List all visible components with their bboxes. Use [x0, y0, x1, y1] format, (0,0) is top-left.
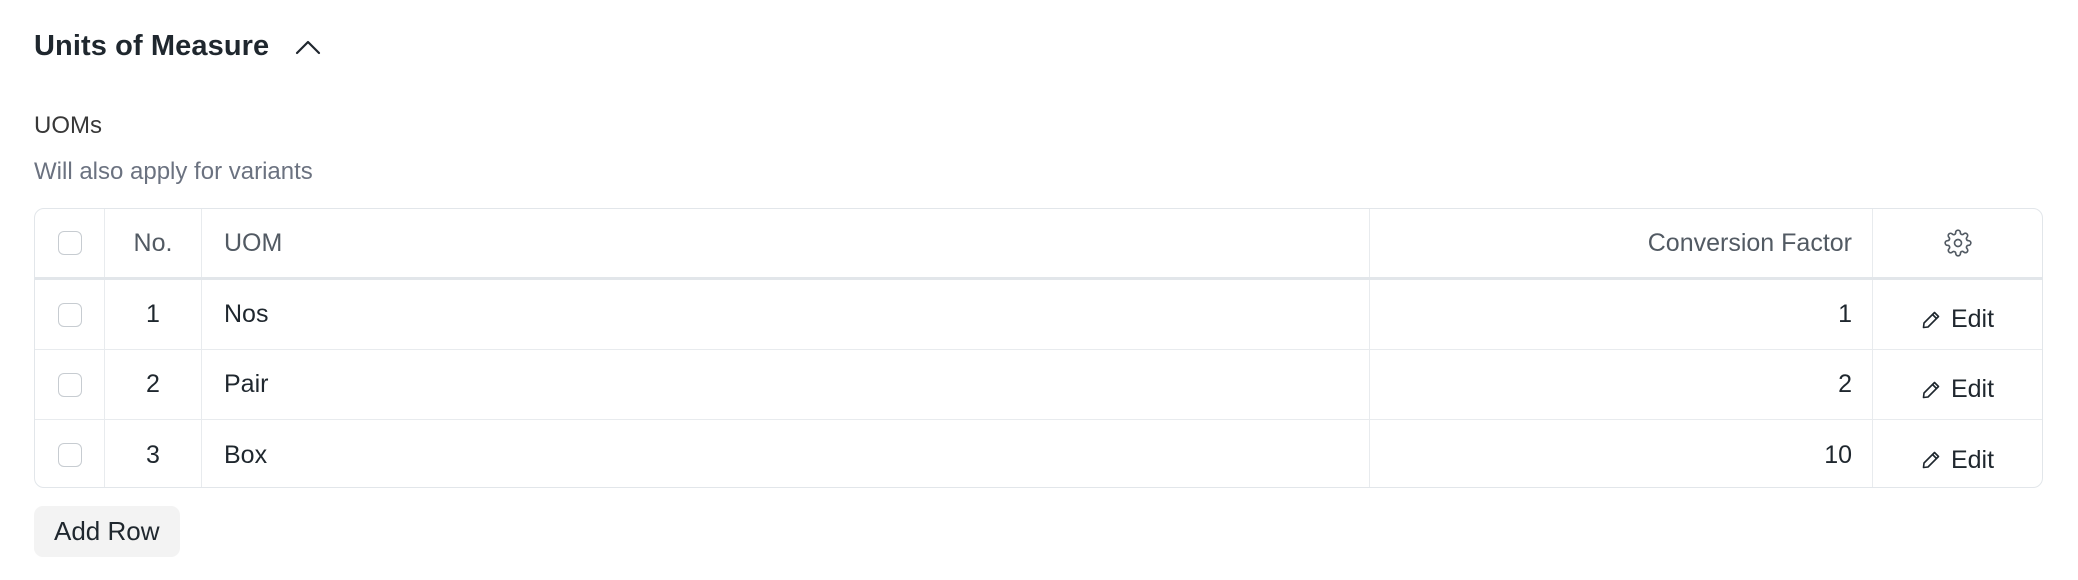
row-action-cell: Edit: [1873, 420, 2042, 487]
table-header-row: No. UOM Conversion Factor: [35, 209, 2042, 280]
edit-row-button[interactable]: Edit: [1921, 305, 1994, 334]
header-check-cell: [35, 209, 105, 277]
table-row[interactable]: 1 Nos 1 Edit: [35, 280, 2042, 350]
row-action-cell: Edit: [1873, 350, 2042, 419]
uom-cell[interactable]: Box: [202, 420, 1370, 487]
field-label: UOMs: [34, 112, 102, 139]
column-header-conversion-factor: Conversion Factor: [1370, 209, 1873, 277]
pencil-icon: [1922, 311, 1940, 328]
row-checkbox[interactable]: [57, 443, 82, 467]
add-row-button[interactable]: Add Row: [34, 506, 180, 557]
table-row[interactable]: 3 Box 10 Edit: [35, 420, 2042, 487]
row-number: 3: [105, 420, 202, 487]
row-number: 1: [105, 280, 202, 349]
gear-icon: [1943, 229, 1972, 257]
pencil-icon: [1922, 381, 1940, 398]
edit-label: Edit: [1950, 375, 1995, 403]
edit-row-button[interactable]: Edit: [1921, 375, 1994, 404]
column-settings-button[interactable]: [1943, 229, 1972, 257]
select-all-checkbox[interactable]: [57, 231, 82, 255]
chevron-up-icon: [296, 40, 321, 54]
pencil-icon: [1922, 451, 1940, 469]
row-checkbox[interactable]: [57, 302, 82, 327]
field-description: Will also apply for variants: [34, 158, 313, 185]
conversion-factor-cell[interactable]: 2: [1370, 350, 1873, 419]
column-settings-cell: [1873, 209, 2042, 277]
conversion-factor-cell[interactable]: 1: [1370, 280, 1873, 349]
row-check-cell: [35, 280, 105, 349]
edit-label: Edit: [1950, 445, 1995, 474]
column-header-uom: UOM: [202, 209, 1370, 277]
collapse-button[interactable]: [293, 32, 323, 62]
row-check-cell: [35, 420, 105, 487]
column-header-no: No.: [105, 209, 202, 277]
uom-cell[interactable]: Nos: [202, 280, 1370, 349]
conversion-factor-cell[interactable]: 10: [1370, 420, 1873, 487]
edit-row-button[interactable]: Edit: [1921, 446, 1994, 475]
row-checkbox[interactable]: [57, 372, 82, 397]
section-header: Units of Measure: [34, 30, 323, 63]
uom-table: No. UOM Conversion Factor 1 Nos 1 Edit 2…: [34, 208, 2043, 488]
row-action-cell: Edit: [1873, 280, 2042, 349]
row-check-cell: [35, 350, 105, 419]
uom-cell[interactable]: Pair: [202, 350, 1370, 419]
table-row[interactable]: 2 Pair 2 Edit: [35, 350, 2042, 420]
section-title: Units of Measure: [34, 30, 270, 62]
edit-label: Edit: [1950, 305, 1995, 333]
row-number: 2: [105, 350, 202, 419]
